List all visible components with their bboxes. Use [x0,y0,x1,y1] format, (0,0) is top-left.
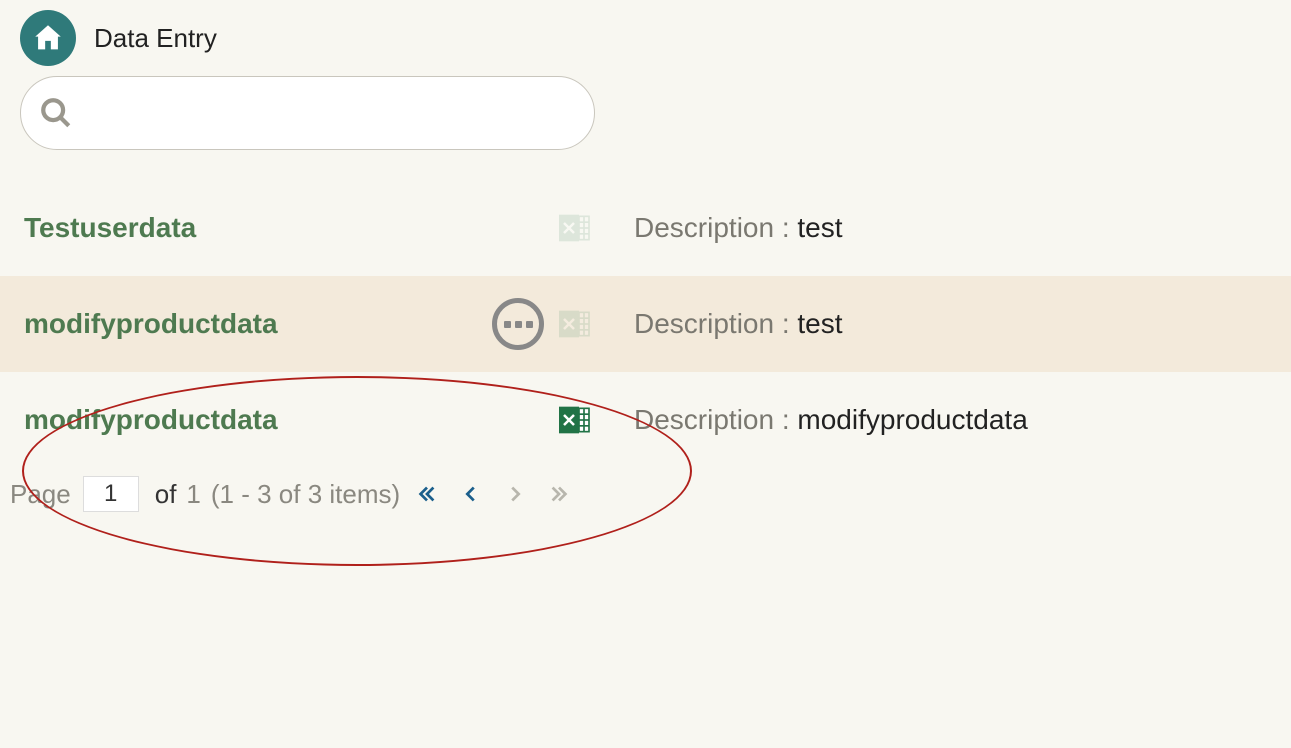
row-menu-button[interactable] [492,298,544,350]
ellipsis-icon [504,321,533,328]
search-pill[interactable] [20,76,595,150]
chevron-right-icon [504,483,526,505]
home-icon [31,21,65,55]
search-icon [39,96,73,130]
data-list: Testuserdata Description : test modifypr… [0,180,1291,468]
chevron-double-right-icon [548,483,570,505]
pagination-bar: Page of 1 (1 - 3 of 3 items) [0,468,1291,520]
list-row[interactable]: modifyproductdata Description : modifypr… [0,372,1291,468]
pager-range-text: (1 - 3 of 3 items) [211,479,400,510]
search-input[interactable] [87,99,576,127]
excel-icon[interactable] [554,304,594,344]
pager-last-button[interactable] [542,479,576,509]
header-bar: Data Entry [0,0,1291,72]
pager-of-label: of [155,479,177,510]
row-name[interactable]: Testuserdata [24,212,404,244]
desc-value: modifyproductdata [797,404,1027,435]
row-description: Description : test [634,212,1267,244]
desc-label: Description : [634,308,797,339]
pager-prev-button[interactable] [454,479,488,509]
desc-value: test [797,212,842,243]
chevron-double-left-icon [416,483,438,505]
page-number-input[interactable] [83,476,139,512]
desc-label: Description : [634,212,797,243]
pager-total-pages: 1 [186,479,200,510]
page-title: Data Entry [94,23,217,54]
excel-icon[interactable] [554,400,594,440]
list-row[interactable]: Testuserdata Description : test [0,180,1291,276]
chevron-left-icon [460,483,482,505]
excel-icon[interactable] [554,208,594,248]
row-icons [404,298,634,350]
desc-value: test [797,308,842,339]
row-name[interactable]: modifyproductdata [24,308,404,340]
row-description: Description : test [634,308,1267,340]
pager-next-button[interactable] [498,479,532,509]
row-icons [404,400,634,440]
row-description: Description : modifyproductdata [634,404,1267,436]
desc-label: Description : [634,404,797,435]
search-container [20,76,1271,150]
list-row[interactable]: modifyproductdata Description : test [0,276,1291,372]
pager-prefix: Page [10,479,71,510]
row-name[interactable]: modifyproductdata [24,404,404,436]
pager-first-button[interactable] [410,479,444,509]
row-icons [404,208,634,248]
home-button[interactable] [20,10,76,66]
